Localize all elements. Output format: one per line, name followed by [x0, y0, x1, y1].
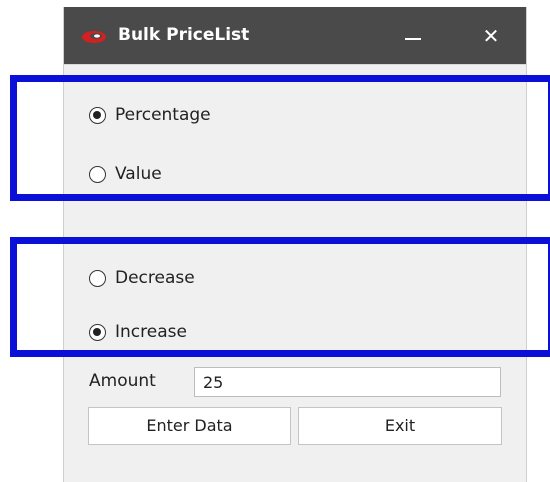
bulk-pricelist-dialog: Bulk PriceList ✕ Percentage Value Decrea… — [63, 7, 527, 482]
exit-button[interactable]: Exit — [298, 407, 502, 445]
close-icon: ✕ — [482, 24, 500, 48]
radio-value[interactable]: Value — [89, 160, 162, 188]
app-logo-icon — [82, 31, 106, 43]
radio-decrease[interactable]: Decrease — [89, 264, 195, 292]
radio-label-increase: Increase — [115, 322, 187, 342]
minimize-icon — [405, 38, 421, 40]
radio-percentage[interactable]: Percentage — [89, 101, 211, 129]
radio-button-selected[interactable] — [89, 106, 106, 124]
title-divider — [64, 64, 526, 65]
radio-button-selected[interactable] — [89, 323, 106, 341]
radio-label-percentage: Percentage — [115, 105, 211, 125]
radio-increase[interactable]: Increase — [89, 318, 187, 346]
close-button[interactable]: ✕ — [468, 16, 514, 56]
window-title: Bulk PriceList — [118, 25, 250, 45]
radio-button-unselected[interactable] — [89, 165, 106, 183]
radio-label-value: Value — [115, 164, 162, 184]
radio-button-unselected[interactable] — [89, 269, 106, 287]
radio-label-decrease: Decrease — [115, 268, 195, 288]
screen: Bulk PriceList ✕ Percentage Value Decrea… — [0, 0, 550, 482]
enter-data-button[interactable]: Enter Data — [88, 407, 291, 445]
minimize-button[interactable] — [390, 16, 436, 56]
amount-label: Amount — [89, 371, 156, 391]
amount-input[interactable] — [194, 367, 501, 397]
title-bar[interactable]: Bulk PriceList ✕ — [64, 7, 526, 64]
